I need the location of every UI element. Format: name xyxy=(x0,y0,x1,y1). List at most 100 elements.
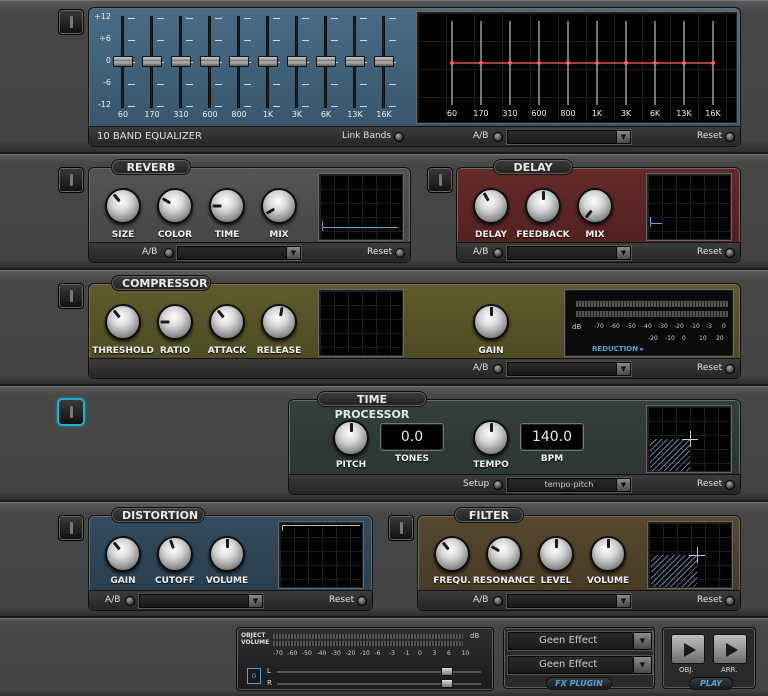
distortion-preset-select[interactable]: ▼ xyxy=(139,594,263,608)
eq-fader-16K[interactable] xyxy=(374,56,394,67)
eq-band-label: 800 xyxy=(231,110,247,119)
reverb-reset-button[interactable] xyxy=(395,248,405,258)
reverb-ab-button[interactable] xyxy=(164,248,174,258)
eq-fader-6K[interactable] xyxy=(316,56,336,67)
eq-fader-310[interactable] xyxy=(171,56,191,67)
distortion-power-button[interactable] xyxy=(58,515,84,541)
eq-fader-1K[interactable] xyxy=(258,56,278,67)
play-object-button[interactable] xyxy=(671,634,705,664)
eq-preset-select[interactable]: ▼ xyxy=(507,130,631,144)
filter-resonance-knob[interactable] xyxy=(486,536,522,572)
compressor-attack-knob[interactable] xyxy=(209,304,245,340)
filter-volume-knob[interactable] xyxy=(590,536,626,572)
reverb-size-knob[interactable] xyxy=(105,188,141,224)
eq-response-point xyxy=(711,61,715,65)
eq-band-label: 16K xyxy=(376,110,392,119)
play-arrangement-button[interactable] xyxy=(713,634,747,664)
filter-level-knob[interactable] xyxy=(538,536,574,572)
reverb-mix-knob[interactable] xyxy=(261,188,297,224)
master-scale-label: 10 xyxy=(461,650,470,657)
right-volume-handle[interactable] xyxy=(441,679,453,688)
delay-time-knob[interactable] xyxy=(473,188,509,224)
filter-reset-button[interactable] xyxy=(725,596,735,606)
eq-fader-600[interactable] xyxy=(200,56,220,67)
eq-fader-tick xyxy=(389,40,396,41)
master-scale-label: -3 xyxy=(389,650,395,657)
setup-select[interactable]: tempo-pitch ▼ xyxy=(507,478,631,492)
eq-graph-band-label: 170 xyxy=(473,109,489,118)
filter-preset-select[interactable]: ▼ xyxy=(507,594,631,608)
eq-rack: +12 +6 0 -6 -12 60 170 310 600 800 1K 3K 6K 13K 16K 6… xyxy=(0,0,768,154)
eq-fader-tick xyxy=(215,106,222,107)
tempo-label: TEMPO xyxy=(473,460,509,470)
fx-effect-1-select[interactable]: Geen Effect ▼ xyxy=(508,632,652,650)
compressor-ab-button[interactable] xyxy=(493,364,503,374)
reverb-power-button[interactable] xyxy=(58,167,84,193)
eq-fader-60[interactable] xyxy=(113,56,133,67)
reverb-title: REVERB xyxy=(111,159,191,175)
master-scale-label: 0 xyxy=(418,650,422,657)
left-volume-handle[interactable] xyxy=(441,667,453,676)
distortion-volume-knob[interactable] xyxy=(209,536,245,572)
compressor-reset-button[interactable] xyxy=(725,364,735,374)
master-meter-top xyxy=(273,634,463,639)
delay-mix-knob[interactable] xyxy=(577,188,613,224)
distortion-cutoff-knob[interactable] xyxy=(157,536,193,572)
delay-ab-button[interactable] xyxy=(493,248,503,258)
eq-graph-band-label: 600 xyxy=(531,109,547,118)
delay-display-cursor xyxy=(650,217,651,227)
eq-fader-3K[interactable] xyxy=(287,56,307,67)
delay-feedback-knob[interactable] xyxy=(525,188,561,224)
eq-band-label: 1K xyxy=(262,110,274,119)
reverb-preset-select[interactable]: ▼ xyxy=(177,246,301,260)
delay-power-button[interactable] xyxy=(427,167,453,193)
eq-scale-label: -12 xyxy=(97,100,111,109)
time-processor-power-button[interactable] xyxy=(58,399,84,425)
eq-title: 10 BAND EQUALIZER xyxy=(97,131,202,142)
setup-button[interactable] xyxy=(493,480,503,490)
eq-power-button[interactable] xyxy=(58,9,84,35)
compressor-gain-knob[interactable] xyxy=(473,304,509,340)
filter-crosshair-v xyxy=(697,547,698,563)
compressor-preset-select[interactable]: ▼ xyxy=(507,362,631,376)
channel-link-button[interactable]: 0 xyxy=(247,668,261,684)
master-scale-label: 3 xyxy=(432,650,437,657)
eq-reset-button[interactable] xyxy=(725,132,735,142)
pitch-knob[interactable] xyxy=(333,420,369,456)
compressor-scale-top-label: 0 xyxy=(722,323,726,330)
compressor-display xyxy=(319,290,403,356)
reverb-panel: REVERB SIZE COLOR TIME MIX A/B ▼ Reset xyxy=(88,159,411,263)
eq-fader-800[interactable] xyxy=(229,56,249,67)
link-bands-button[interactable] xyxy=(394,132,404,142)
eq-scale-label: -6 xyxy=(103,78,111,87)
eq-fader-170[interactable] xyxy=(142,56,162,67)
time-processor-reset-button[interactable] xyxy=(725,480,735,490)
fx-effect-2-select[interactable]: Geen Effect ▼ xyxy=(508,656,652,674)
reverb-display-line xyxy=(322,227,398,228)
reverb-color-knob[interactable] xyxy=(157,188,193,224)
compressor-release-knob[interactable] xyxy=(261,304,297,340)
eq-ab-button[interactable] xyxy=(493,132,503,142)
eq-graph-band-label: 6K xyxy=(649,109,661,118)
delay-reset-button[interactable] xyxy=(725,248,735,258)
eq-fader-13K[interactable] xyxy=(345,56,365,67)
delay-preset-select[interactable]: ▼ xyxy=(507,246,631,260)
compressor-scale-top-label: -3 xyxy=(706,323,712,330)
filter-ab-button[interactable] xyxy=(493,596,503,606)
reverb-time-knob[interactable] xyxy=(209,188,245,224)
compressor-ratio-knob[interactable] xyxy=(157,304,193,340)
distortion-gain-knob[interactable] xyxy=(105,536,141,572)
master-scale-label: 6 xyxy=(447,650,451,657)
distortion-display-line-h xyxy=(282,525,360,526)
eq-fader-tick xyxy=(244,106,251,107)
bpm-value: 140.0 xyxy=(531,429,573,445)
distortion-reset-button[interactable] xyxy=(357,596,367,606)
tempo-knob[interactable] xyxy=(473,420,509,456)
compressor-threshold-knob[interactable] xyxy=(105,304,141,340)
filter-power-button[interactable] xyxy=(388,515,414,541)
master-scale-label: -40 xyxy=(316,650,327,657)
compressor-power-button[interactable] xyxy=(58,283,84,309)
distortion-ab-button[interactable] xyxy=(125,596,135,606)
filter-frequency-knob[interactable] xyxy=(434,536,470,572)
eq-reset-label: Reset xyxy=(697,131,723,141)
